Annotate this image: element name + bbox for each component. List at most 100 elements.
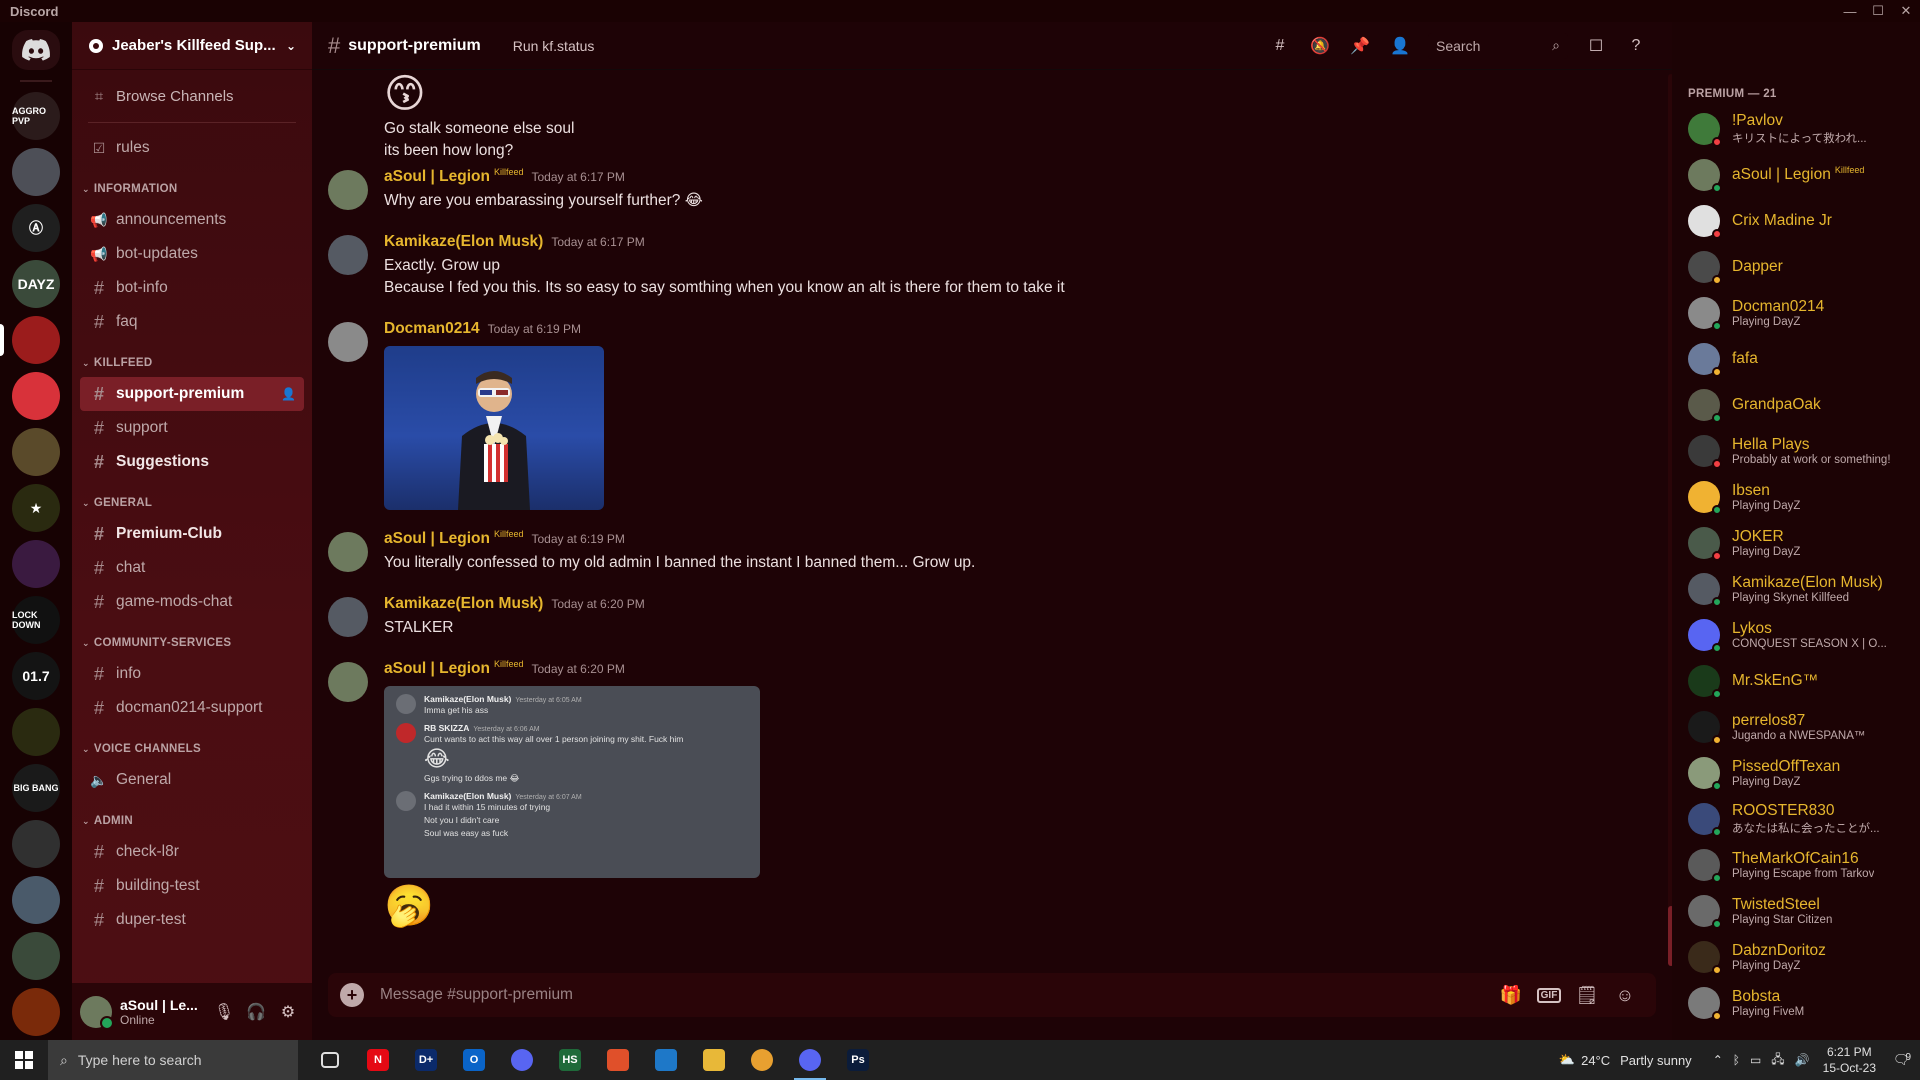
inbox-button[interactable]: ☐ xyxy=(1576,36,1616,56)
channel-announcements[interactable]: 📢 announcements xyxy=(80,203,304,237)
channel-premium-club[interactable]: # Premium-Club xyxy=(80,517,304,551)
member-item[interactable]: Ibsen Playing DayZ xyxy=(1688,474,1912,520)
channel-suggestions[interactable]: # Suggestions xyxy=(80,445,304,479)
server-icon[interactable]: ★ xyxy=(12,484,60,532)
server-icon[interactable] xyxy=(12,876,60,924)
help-button[interactable]: ? xyxy=(1616,37,1656,55)
close-button[interactable]: ✕ xyxy=(1892,0,1920,22)
channel-info[interactable]: # info xyxy=(80,657,304,691)
gift-button[interactable]: 🎁 xyxy=(1492,985,1530,1006)
taskbar-app-netflix[interactable]: N xyxy=(354,1040,402,1080)
avatar[interactable] xyxy=(328,597,368,637)
invite-icon[interactable]: 👤 xyxy=(281,387,296,401)
member-list-button[interactable]: 👤 xyxy=(1380,36,1420,56)
gif-attachment[interactable] xyxy=(384,346,604,510)
taskbar-app-photoshop[interactable]: Ps xyxy=(834,1040,882,1080)
server-icon[interactable]: BIG BANG xyxy=(12,764,60,812)
avatar[interactable] xyxy=(80,995,114,1030)
taskbar-app-hs[interactable]: HS xyxy=(546,1040,594,1080)
member-item[interactable]: Lykos CONQUEST SEASON X | O... xyxy=(1688,612,1912,658)
minimize-button[interactable]: — xyxy=(1836,0,1864,22)
taskbar-app-task-view[interactable] xyxy=(306,1040,354,1080)
avatar[interactable] xyxy=(328,170,368,210)
maximize-button[interactable]: ☐ xyxy=(1864,0,1892,22)
server-icon[interactable] xyxy=(12,820,60,868)
taskbar-app-discord-1[interactable] xyxy=(498,1040,546,1080)
emoji-button[interactable]: ☺ xyxy=(1606,985,1644,1006)
member-item[interactable]: !Pavlov キリストによって救われ... xyxy=(1688,106,1912,152)
member-item[interactable]: Docman0214 Playing DayZ xyxy=(1688,290,1912,336)
avatar[interactable] xyxy=(328,235,368,275)
channel-bot-updates[interactable]: 📢 bot-updates xyxy=(80,237,304,271)
guild-header[interactable]: Jeaber's Killfeed Sup... ⌄ xyxy=(72,22,312,70)
headphones-button[interactable]: 🎧 xyxy=(240,996,272,1028)
channel-general[interactable]: 🔈 General xyxy=(80,763,304,797)
notification-settings-button[interactable]: 🔕 xyxy=(1300,36,1340,56)
message-author[interactable]: aSoul | Legion xyxy=(384,660,490,678)
message-author[interactable]: aSoul | Legion xyxy=(384,530,490,548)
member-item[interactable]: TwistedSteel Playing Star Citizen xyxy=(1688,888,1912,934)
server-icon[interactable]: LOCK DOWN xyxy=(12,596,60,644)
avatar[interactable] xyxy=(328,662,368,702)
member-item[interactable]: PissedOffTexan Playing DayZ xyxy=(1688,750,1912,796)
channel-category[interactable]: ⌄ KILLFEED xyxy=(80,349,304,377)
channel-duper-test[interactable]: # duper-test xyxy=(80,903,304,937)
taskbar-clock[interactable]: 6:21 PM 15-Oct-23 xyxy=(1823,1044,1876,1076)
member-item[interactable]: Hella Plays Probably at work or something… xyxy=(1688,428,1912,474)
server-icon[interactable] xyxy=(0,316,60,364)
browse-channels-button[interactable]: ⌗ Browse Channels xyxy=(80,78,304,114)
network-icon[interactable]: 🖧 xyxy=(1771,1050,1784,1071)
channel-category[interactable]: ⌄ GENERAL xyxy=(80,489,304,517)
message-author[interactable]: aSoul | Legion xyxy=(384,168,490,186)
search-input[interactable]: Search ⌕ xyxy=(1428,32,1568,59)
server-icon[interactable] xyxy=(12,932,60,980)
message-input[interactable] xyxy=(380,986,1492,1004)
display-icon[interactable]: ▭ xyxy=(1750,1053,1761,1067)
user-info[interactable]: aSoul | Le... Online xyxy=(120,997,208,1027)
server-icon[interactable] xyxy=(12,428,60,476)
avatar[interactable] xyxy=(328,322,368,362)
member-item[interactable]: JOKER Playing DayZ xyxy=(1688,520,1912,566)
taskbar-app-app-orange[interactable] xyxy=(594,1040,642,1080)
member-item[interactable]: perrelos87 Jugando a NWESPAÑA™ xyxy=(1688,704,1912,750)
microphone-button[interactable]: 🎙 xyxy=(208,996,240,1028)
screenshot-attachment[interactable]: Kamikaze(Elon Musk) Yesterday at 6:05 AM … xyxy=(384,686,760,878)
server-icon[interactable] xyxy=(12,988,60,1036)
threads-button[interactable]: # xyxy=(1260,37,1300,55)
taskbar-search[interactable]: ⌕ Type here to search xyxy=(48,1040,298,1080)
server-icon[interactable] xyxy=(12,708,60,756)
weather-widget[interactable]: ⛅ 24°C Partly sunny xyxy=(1559,1052,1692,1068)
taskbar-app-chrome[interactable] xyxy=(738,1040,786,1080)
server-icon[interactable]: DAYZ xyxy=(12,260,60,308)
volume-icon[interactable]: 🔊 xyxy=(1795,1053,1810,1067)
channel-chat[interactable]: # chat xyxy=(80,551,304,585)
sticker-button[interactable]: 🗒 xyxy=(1568,985,1606,1006)
member-item[interactable]: GrandpaOak xyxy=(1688,382,1912,428)
member-item[interactable]: aSoul | Legion Killfeed xyxy=(1688,152,1912,198)
member-item[interactable]: Dapper xyxy=(1688,244,1912,290)
server-icon[interactable]: 01.7 xyxy=(12,652,60,700)
home-button[interactable] xyxy=(12,30,60,71)
member-item[interactable]: ROOSTER830 あなたは私に会ったことが... xyxy=(1688,796,1912,842)
channel-category[interactable]: ⌄ INFORMATION xyxy=(80,175,304,203)
pinned-messages-button[interactable]: 📌 xyxy=(1340,36,1380,56)
user-settings-button[interactable]: ⚙ xyxy=(272,996,304,1028)
taskbar-app-discord-2[interactable] xyxy=(786,1040,834,1080)
taskbar-app-disney-plus[interactable]: D+ xyxy=(402,1040,450,1080)
member-item[interactable]: DabznDoritoz Playing DayZ xyxy=(1688,934,1912,980)
chevron-up-icon[interactable]: ⌃ xyxy=(1713,1053,1723,1067)
member-item[interactable]: fafa xyxy=(1688,336,1912,382)
server-icon[interactable]: AGGRO PVP xyxy=(12,92,60,140)
notification-center-button[interactable]: 🗨 9 xyxy=(1884,1052,1920,1068)
gif-button[interactable]: GIF xyxy=(1530,987,1568,1003)
member-item[interactable]: Mr.SkEnG™ xyxy=(1688,658,1912,704)
channel-bot-info[interactable]: # bot-info xyxy=(80,271,304,305)
channel-faq[interactable]: # faq xyxy=(80,305,304,339)
start-button[interactable] xyxy=(0,1040,48,1080)
channel-rules[interactable]: ☑ rules xyxy=(80,131,304,165)
member-item[interactable]: Bobsta Playing FiveM xyxy=(1688,980,1912,1026)
attach-button[interactable]: + xyxy=(340,983,364,1007)
server-icon[interactable] xyxy=(12,148,60,196)
channel-category[interactable]: ⌄ ADMIN xyxy=(80,807,304,835)
channel-docman0214-support[interactable]: # docman0214-support xyxy=(80,691,304,725)
